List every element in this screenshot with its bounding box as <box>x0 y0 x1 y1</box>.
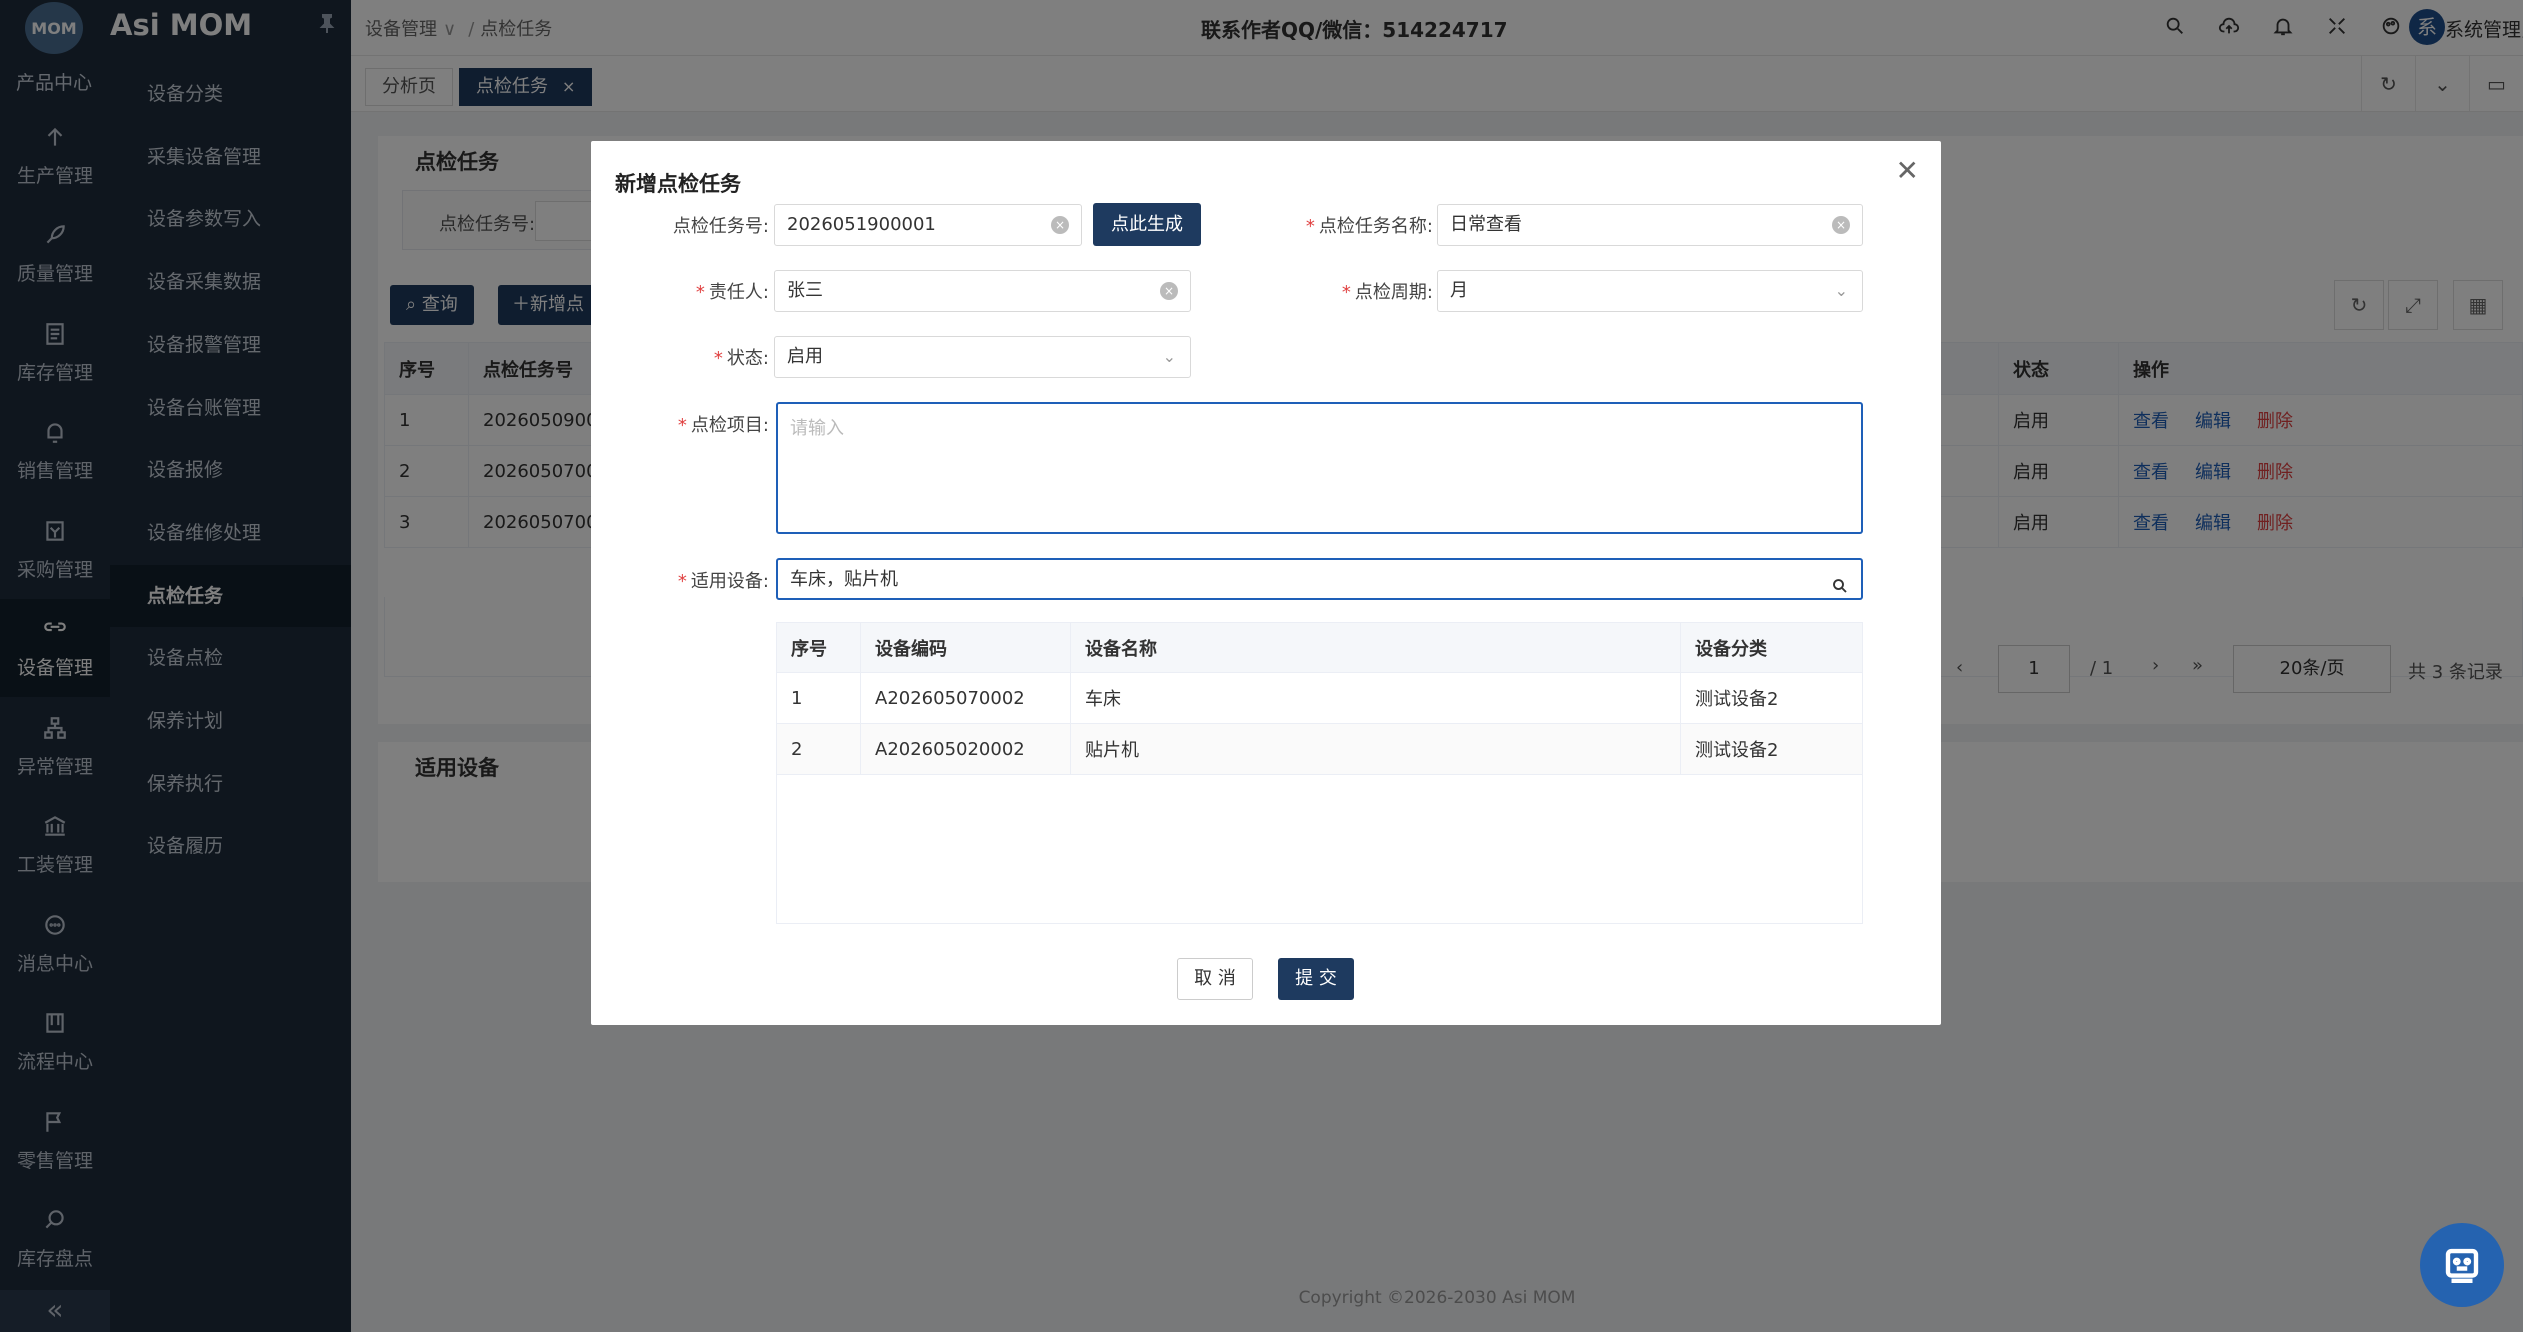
add-inspection-task-dialog: 新增点检任务 ✕ 点检任务号: 2026051900001 × 点此生成 * 点检… <box>591 141 1941 1025</box>
chevron-down-icon: ⌄ <box>1162 347 1176 366</box>
status-value: 启用 <box>787 346 823 367</box>
device-cell-code: A202605070002 <box>860 672 1071 724</box>
status-label-text: 状态: <box>726 348 769 369</box>
code-label-text: 点检任务号: <box>672 216 769 237</box>
name-label-text: 点检任务名称: <box>1318 216 1433 237</box>
task-name-input[interactable]: 日常查看 × <box>1437 204 1863 246</box>
clear-icon[interactable]: × <box>1051 216 1069 234</box>
status-label: * 状态: <box>591 344 769 370</box>
device-cell-code: A202605020002 <box>860 723 1071 775</box>
device-cell-category: 测试设备2 <box>1680 723 1863 775</box>
code-label: 点检任务号: <box>591 212 769 238</box>
device-cell-name: 贴片机 <box>1070 723 1681 775</box>
device-value: 车床，贴片机 <box>790 569 898 590</box>
required-mark: * <box>677 571 687 592</box>
device-cell-name: 车床 <box>1070 672 1681 724</box>
device-cell-category: 测试设备2 <box>1680 672 1863 724</box>
clear-icon[interactable]: × <box>1160 282 1178 300</box>
device-input[interactable]: 车床，贴片机 <box>776 558 1863 600</box>
device-table: 序号 设备编码 设备名称 设备分类 1 A202605070002 车床 测试设备2 2… <box>776 622 1863 775</box>
submit-button[interactable]: 提 交 <box>1278 958 1354 1000</box>
items-label: * 点检项目: <box>591 411 769 437</box>
assistant-robot-button[interactable] <box>2420 1223 2504 1307</box>
name-label: * 点检任务名称: <box>1291 212 1433 238</box>
clear-icon[interactable]: × <box>1832 216 1850 234</box>
task-code-input[interactable]: 2026051900001 × <box>774 204 1082 246</box>
cycle-label: * 点检周期: <box>1291 278 1433 304</box>
required-mark: * <box>1341 282 1351 303</box>
cycle-label-text: 点检周期: <box>1354 282 1433 303</box>
device-cell-no: 2 <box>776 723 861 775</box>
robot-icon <box>2445 1248 2479 1283</box>
check-items-placeholder: 请输入 <box>790 418 844 439</box>
person-label: * 责任人: <box>591 278 769 304</box>
cancel-button[interactable]: 取 消 <box>1177 958 1253 1000</box>
device-label-text: 适用设备: <box>690 571 769 592</box>
search-icon[interactable] <box>1831 570 1849 610</box>
device-label: * 适用设备: <box>591 567 769 593</box>
task-name-value: 日常查看 <box>1450 214 1522 235</box>
items-label-text: 点检项目: <box>690 415 769 436</box>
th-device-category: 设备分类 <box>1680 622 1863 673</box>
app-root: MOM 产品中心 生产管理质量管理库存管理销售管理采购管理设备管理异常管理工装管… <box>0 0 2523 1332</box>
required-mark: * <box>677 415 687 436</box>
device-row[interactable]: 1 A202605070002 车床 测试设备2 <box>776 672 1863 724</box>
task-code-value: 2026051900001 <box>787 214 936 235</box>
status-select[interactable]: 启用 ⌄ <box>774 336 1191 378</box>
close-icon[interactable]: ✕ <box>1896 157 1919 185</box>
th-device-name: 设备名称 <box>1070 622 1681 673</box>
person-value: 张三 <box>787 280 823 301</box>
dialog-title: 新增点检任务 <box>615 172 741 196</box>
required-mark: * <box>1305 216 1315 237</box>
th-device-code: 设备编码 <box>860 622 1071 673</box>
device-table-empty-area <box>776 775 1863 924</box>
cycle-value: 月 <box>1450 280 1468 301</box>
generate-code-button[interactable]: 点此生成 <box>1093 203 1201 246</box>
th-device-no: 序号 <box>776 622 861 673</box>
cycle-select[interactable]: 月 ⌄ <box>1437 270 1863 312</box>
required-mark: * <box>695 282 705 303</box>
device-cell-no: 1 <box>776 672 861 724</box>
check-items-textarea[interactable]: 请输入 <box>776 402 1863 534</box>
required-mark: * <box>713 348 723 369</box>
chevron-down-icon: ⌄ <box>1834 281 1848 300</box>
device-row[interactable]: 2 A202605020002 贴片机 测试设备2 <box>776 723 1863 775</box>
person-input[interactable]: 张三 × <box>774 270 1191 312</box>
person-label-text: 责任人: <box>708 282 769 303</box>
